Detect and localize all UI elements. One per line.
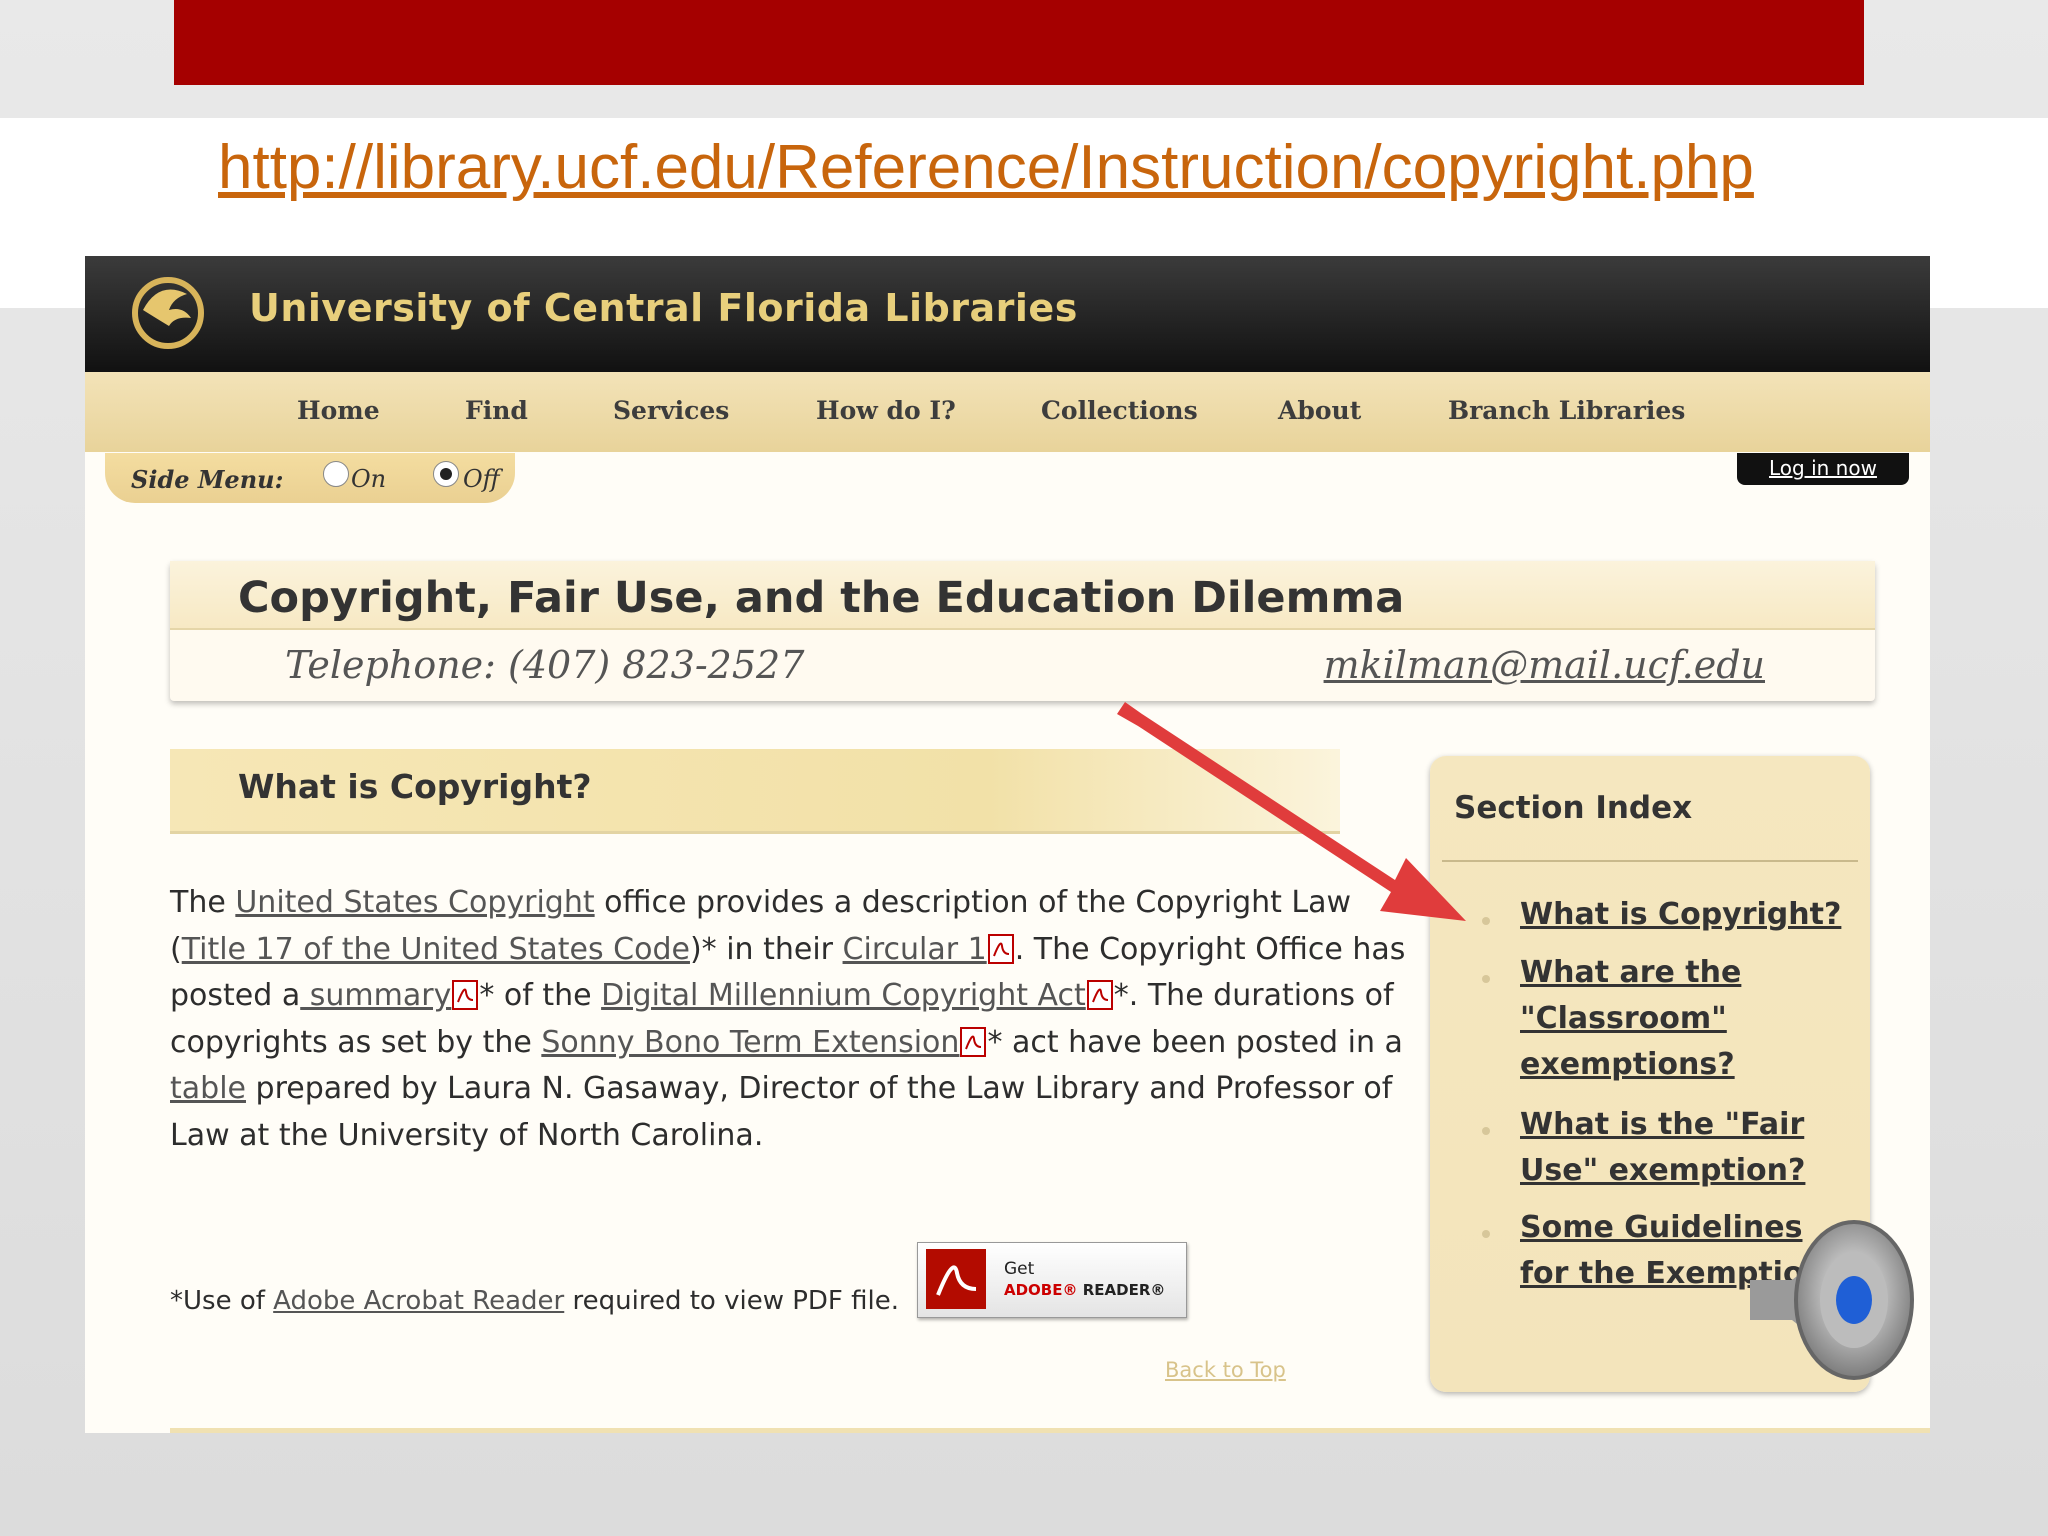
link-dmca[interactable]: Digital Millennium Copyright Act [601,978,1086,1013]
nav-services[interactable]: Services [613,396,729,425]
pdf-icon [960,1026,987,1057]
section-body: The United States Copyright office provi… [170,880,1410,1159]
bullet-icon [1482,917,1490,925]
pdf-icon [452,980,479,1010]
link-table[interactable]: table [170,1071,246,1106]
get-adobe-reader-button[interactable]: Get ADOBE® READER® [917,1242,1187,1318]
adobe-reader-link[interactable]: Adobe Acrobat Reader [273,1286,564,1316]
library-screenshot: University of Central Florida Libraries … [85,256,1930,1433]
side-menu-off-radio[interactable] [433,461,459,487]
bullet-icon [1482,1230,1490,1238]
body-text: prepared by Laura N. Gasaway, Director o… [170,1071,1393,1153]
nav-home[interactable]: Home [297,396,380,425]
link-summary[interactable]: summary [300,978,452,1013]
index-item-fair-use[interactable]: What is the "Fair Use" exemption? [1520,1102,1860,1194]
footnote-text: *Use of [170,1286,274,1316]
bullet-icon [1482,1127,1490,1135]
section-header: What is Copyright? [170,749,1340,834]
main-nav: Home Find Services How do I? Collections… [85,372,1930,452]
body-text: The [170,885,236,920]
index-item-classroom-exemptions[interactable]: What are the "Classroom" exemptions? [1520,950,1860,1088]
site-header: University of Central Florida Libraries [85,256,1930,372]
speaker-icon[interactable] [1742,1210,1922,1390]
adobe-logo-icon [926,1249,986,1309]
section-index-title: Section Index [1454,790,1693,826]
pegasus-logo-icon [132,277,204,349]
adobe-get-label: Get [1004,1259,1035,1279]
page-url-link[interactable]: http://library.ucf.edu/Reference/Instruc… [218,132,1754,203]
page-title: Copyright, Fair Use, and the Education D… [238,573,1405,623]
body-text: )* in their [689,931,843,967]
adobe-brand: ADOBE [1004,1281,1063,1299]
section-title: What is Copyright? [238,767,592,806]
pdf-footnote: *Use of Adobe Acrobat Reader required to… [170,1286,899,1316]
body-text: * act have been posted in a [987,1024,1403,1060]
footnote-text: required to view PDF file. [564,1286,900,1316]
link-sonny-bono[interactable]: Sonny Bono Term Extension [541,1025,959,1060]
back-to-top-link[interactable]: Back to Top [1165,1358,1286,1382]
nav-about[interactable]: About [1278,396,1361,425]
side-menu-toggle: Side Menu: On Off [105,453,515,503]
title-band: Copyright, Fair Use, and the Education D… [170,561,1875,630]
side-menu-on-radio[interactable] [323,461,349,487]
pdf-icon [987,933,1014,964]
nav-how-do-i[interactable]: How do I? [816,396,956,425]
top-banner-bar [174,0,1864,85]
side-menu-label: Side Menu: [131,465,284,494]
side-menu-off-label: Off [463,465,500,493]
link-title-17[interactable]: Title 17 of the United States Code [182,932,690,967]
link-us-copyright[interactable]: United States Copyright [235,885,594,920]
index-item-what-is-copyright[interactable]: What is Copyright? [1520,892,1860,938]
nav-branch-libraries[interactable]: Branch Libraries [1448,396,1685,425]
nav-find[interactable]: Find [465,396,528,425]
login-button[interactable]: Log in now [1737,453,1909,485]
link-circular-1[interactable]: Circular 1 [843,932,987,967]
bottom-divider [170,1428,1930,1433]
divider [1442,860,1858,862]
adobe-reader-word: READER [1082,1281,1151,1299]
pdf-icon [1086,980,1113,1010]
nav-collections[interactable]: Collections [1041,396,1198,425]
bullet-icon [1482,975,1490,983]
body-text: * of the [479,978,602,1013]
telephone-text: Telephone: (407) 823-2527 [285,643,805,687]
side-menu-on-label: On [351,465,387,493]
site-title: University of Central Florida Libraries [249,286,1078,330]
adobe-reader-label: ADOBE® READER® [1004,1281,1166,1299]
page-title-box: Copyright, Fair Use, and the Education D… [170,561,1875,701]
email-link[interactable]: mkilman@mail.ucf.edu [1324,643,1765,687]
